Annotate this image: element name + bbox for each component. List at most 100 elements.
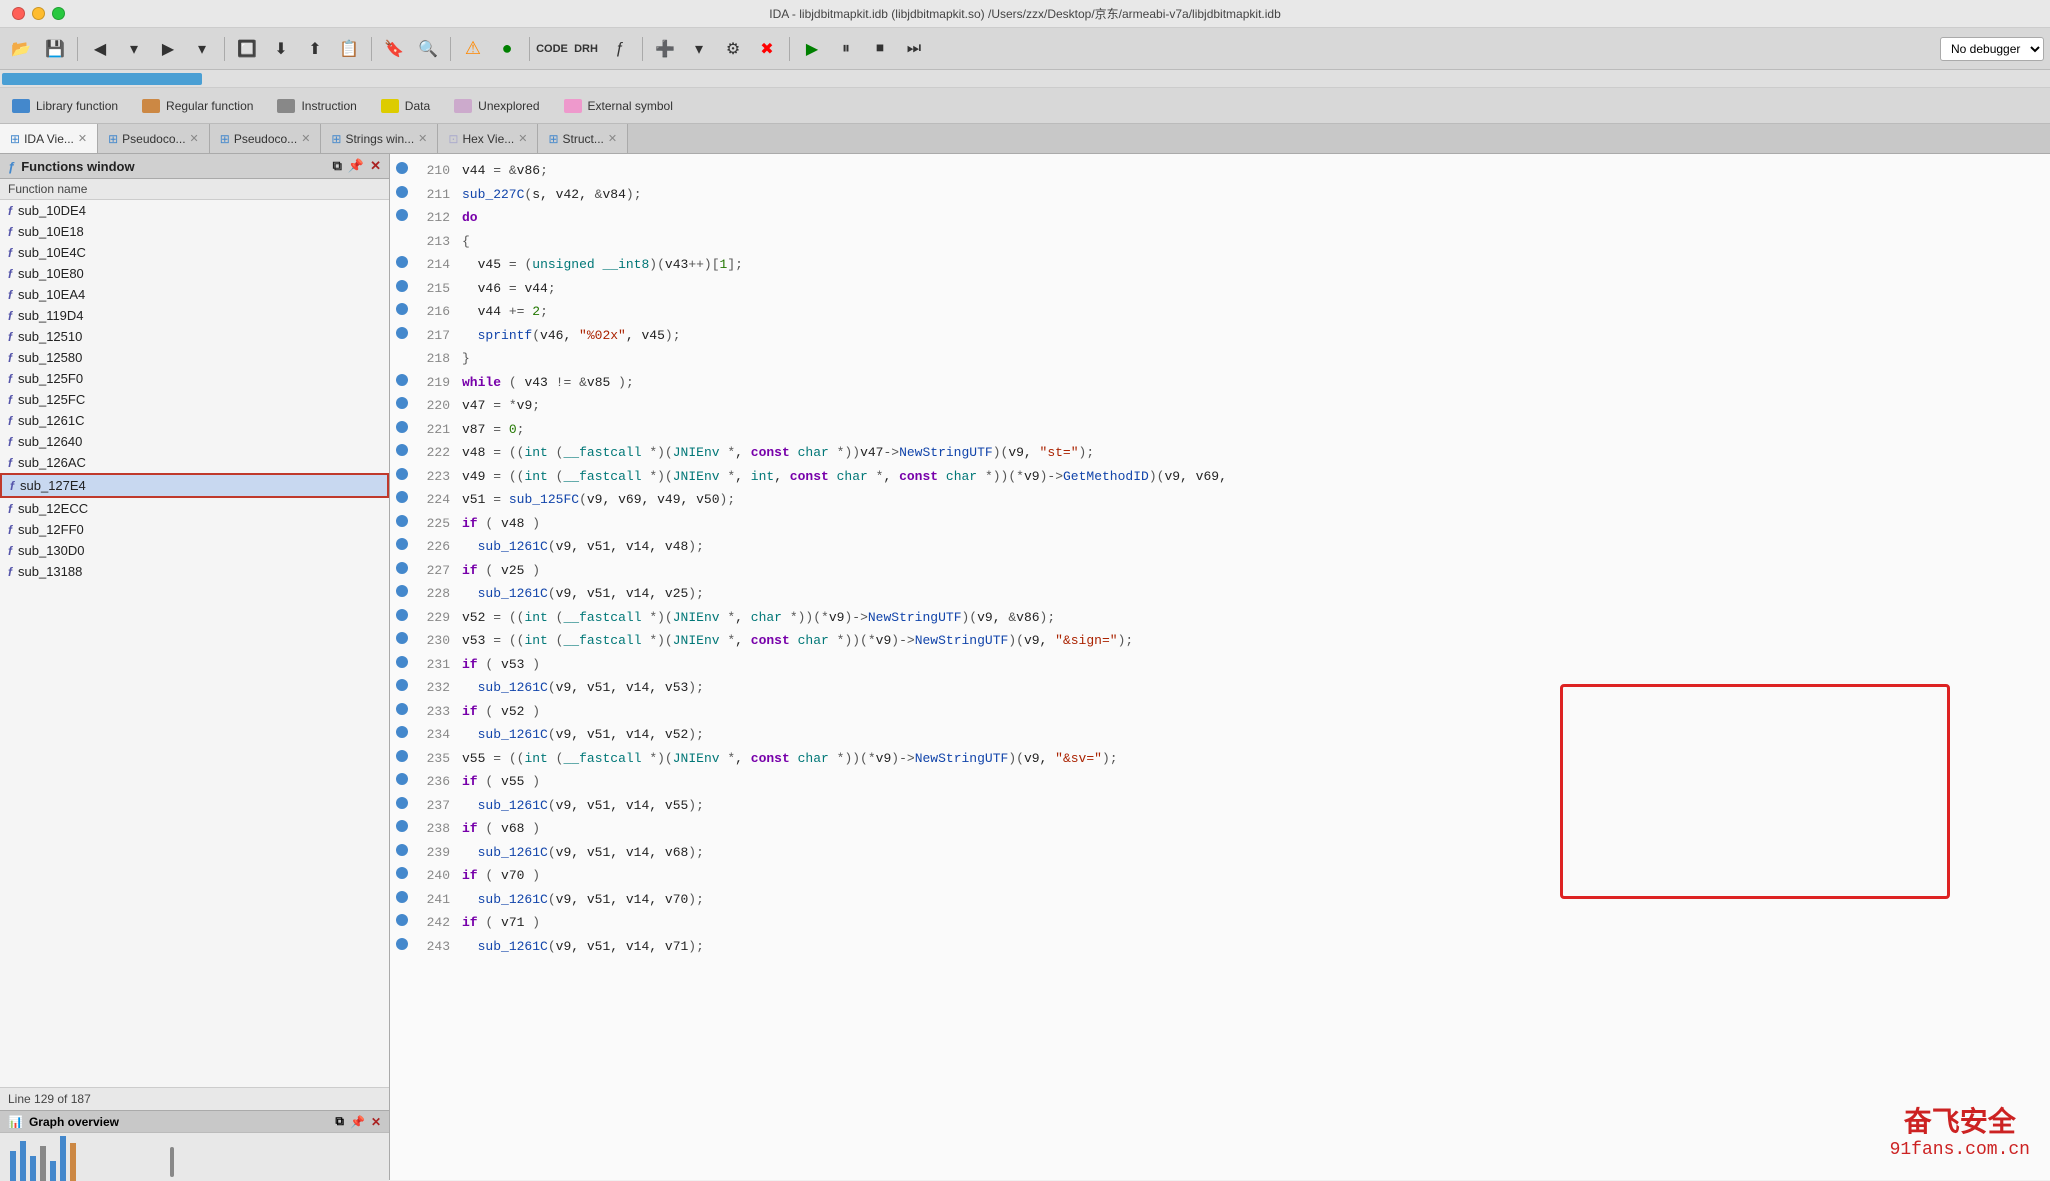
imports-button[interactable]: ⬇: [266, 34, 296, 64]
fn-item-sub13188[interactable]: f sub_13188: [0, 561, 389, 582]
code-line-238: 238 if ( v68 ): [390, 816, 2050, 840]
fn-item-sub126AC[interactable]: f sub_126AC: [0, 452, 389, 473]
exports-button[interactable]: ⬆: [300, 34, 330, 64]
names-button[interactable]: 📋: [334, 34, 364, 64]
fn-item-sub10EA4[interactable]: f sub_10EA4: [0, 284, 389, 305]
tab-ida-view[interactable]: ⊞ IDA Vie... ✕: [0, 124, 98, 153]
fn-item-sub12510[interactable]: f sub_12510: [0, 326, 389, 347]
fn-item-sub10E80[interactable]: f sub_10E80: [0, 263, 389, 284]
back-button[interactable]: ◀: [85, 34, 115, 64]
fn-label: sub_130D0: [18, 543, 85, 558]
code-text: sub_1261C(v9, v51, v14, v53);: [462, 678, 704, 698]
minimize-button[interactable]: [32, 7, 45, 20]
warning-icon[interactable]: ⚠: [458, 34, 488, 64]
play-button[interactable]: ▶: [797, 34, 827, 64]
code-text: v47 = *v9;: [462, 396, 540, 416]
settings-button[interactable]: ⚙: [718, 34, 748, 64]
fn-label: sub_12640: [18, 434, 82, 449]
functions-close-icon[interactable]: ✕: [370, 158, 381, 174]
hex-view-button[interactable]: 🔲: [232, 34, 262, 64]
add-dropdown[interactable]: ▾: [684, 34, 714, 64]
fn-item-sub125FC[interactable]: f sub_125FC: [0, 389, 389, 410]
line-dot: [396, 679, 408, 691]
tab-hex[interactable]: ⊡ Hex Vie... ✕: [438, 124, 538, 153]
code-text: sub_1261C(v9, v51, v14, v68);: [462, 843, 704, 863]
code-area[interactable]: 210 v44 = &v86; 211 sub_227C(s, v42, &v8…: [390, 154, 2050, 1180]
tab-pseudo1-close[interactable]: ✕: [190, 132, 199, 145]
tab-bar: ⊞ IDA Vie... ✕ ⊞ Pseudoco... ✕ ⊞ Pseudoc…: [0, 124, 2050, 154]
run-button[interactable]: ●: [492, 34, 522, 64]
code-text: if ( v55 ): [462, 772, 540, 792]
jump-button[interactable]: 🔖: [379, 34, 409, 64]
line-dot: [396, 703, 408, 715]
function-button[interactable]: ƒ: [605, 34, 635, 64]
tab-ida-icon: ⊞: [10, 132, 20, 146]
line-dot: [396, 397, 408, 409]
line-dot: [396, 585, 408, 597]
add-button[interactable]: ➕: [650, 34, 680, 64]
code-line-217: 217 sprintf(v46, "%02x", v45);: [390, 323, 2050, 347]
fn-item-sub12580[interactable]: f sub_12580: [0, 347, 389, 368]
tab-pseudo2[interactable]: ⊞ Pseudoco... ✕: [210, 124, 322, 153]
toolbar: 📂 💾 ◀ ▾ ▶ ▾ 🔲 ⬇ ⬆ 📋 🔖 🔍 ⚠ ● CODE DRH ƒ ➕…: [0, 28, 2050, 70]
fn-item-sub130D0[interactable]: f sub_130D0: [0, 540, 389, 561]
back-dropdown[interactable]: ▾: [119, 34, 149, 64]
tab-pseudo2-close[interactable]: ✕: [301, 132, 310, 145]
fn-item-sub125F0[interactable]: f sub_125F0: [0, 368, 389, 389]
close-button[interactable]: [12, 7, 25, 20]
forward-dropdown[interactable]: ▾: [187, 34, 217, 64]
search-button[interactable]: 🔍: [413, 34, 443, 64]
maximize-button[interactable]: [52, 7, 65, 20]
functions-list[interactable]: f sub_10DE4 f sub_10E18 f sub_10E4C f su…: [0, 200, 389, 1087]
tab-pseudo1[interactable]: ⊞ Pseudoco... ✕: [98, 124, 210, 153]
tab-struct-close[interactable]: ✕: [608, 132, 617, 145]
fn-label: sub_119D4: [18, 308, 84, 323]
save-button[interactable]: 💾: [40, 34, 70, 64]
step-button[interactable]: ⏭: [899, 34, 929, 64]
forward-button[interactable]: ▶: [153, 34, 183, 64]
tab-ida-close[interactable]: ✕: [78, 132, 87, 145]
line-num: 236: [414, 772, 450, 792]
code-line-213: 213 {: [390, 229, 2050, 253]
fn-item-sub10DE4[interactable]: f sub_10DE4: [0, 200, 389, 221]
graph-close-icon[interactable]: ✕: [371, 1115, 381, 1129]
debugger-select[interactable]: No debugger: [1940, 37, 2044, 61]
tab-hex-close[interactable]: ✕: [518, 132, 527, 145]
functions-pin-icon[interactable]: 📌: [348, 158, 364, 174]
fn-item-sub1261C[interactable]: f sub_1261C: [0, 410, 389, 431]
functions-column-header: Function name: [0, 179, 389, 200]
fn-item-sub10E4C[interactable]: f sub_10E4C: [0, 242, 389, 263]
functions-maximize-icon[interactable]: ⧉: [333, 158, 342, 174]
fn-label: sub_10EA4: [18, 287, 85, 302]
fn-item-sub119D4[interactable]: f sub_119D4: [0, 305, 389, 326]
graph-pin-icon[interactable]: 📌: [350, 1115, 365, 1129]
fn-item-sub12FF0[interactable]: f sub_12FF0: [0, 519, 389, 540]
fn-icon: f: [8, 204, 12, 218]
fn-item-sub127E4[interactable]: f sub_127E4: [0, 473, 389, 498]
fn-label: sub_10E80: [18, 266, 84, 281]
code-line-230: 230 v53 = ((int (__fastcall *)(JNIEnv *,…: [390, 628, 2050, 652]
line-dot: [396, 773, 408, 785]
tab-strings-close[interactable]: ✕: [418, 132, 427, 145]
data-button[interactable]: DRH: [571, 34, 601, 64]
delete-button[interactable]: ✖: [752, 34, 782, 64]
code-button[interactable]: CODE: [537, 34, 567, 64]
main-area: ƒ Functions window ⧉ 📌 ✕ Function name f…: [0, 154, 2050, 1180]
toolbar-separator-7: [789, 37, 790, 61]
debugger-selector[interactable]: No debugger: [1940, 37, 2044, 61]
new-file-button[interactable]: 📂: [6, 34, 36, 64]
fn-icon: f: [8, 330, 12, 344]
code-line-232: 232 sub_1261C(v9, v51, v14, v53);: [390, 675, 2050, 699]
graph-bar-6: [60, 1136, 66, 1181]
graph-maximize-icon[interactable]: ⧉: [335, 1114, 344, 1129]
fn-item-sub12640[interactable]: f sub_12640: [0, 431, 389, 452]
fn-item-sub10E18[interactable]: f sub_10E18: [0, 221, 389, 242]
fn-icon: f: [8, 267, 12, 281]
pause-button[interactable]: ⏸: [831, 34, 861, 64]
tab-struct[interactable]: ⊞ Struct... ✕: [538, 124, 628, 153]
line-dot: [396, 468, 408, 480]
code-line-214: 214 v45 = (unsigned __int8)(v43++)[1];: [390, 252, 2050, 276]
tab-strings[interactable]: ⊞ Strings win... ✕: [321, 124, 438, 153]
fn-item-sub12ECC[interactable]: f sub_12ECC: [0, 498, 389, 519]
stop-button[interactable]: ⏹: [865, 34, 895, 64]
